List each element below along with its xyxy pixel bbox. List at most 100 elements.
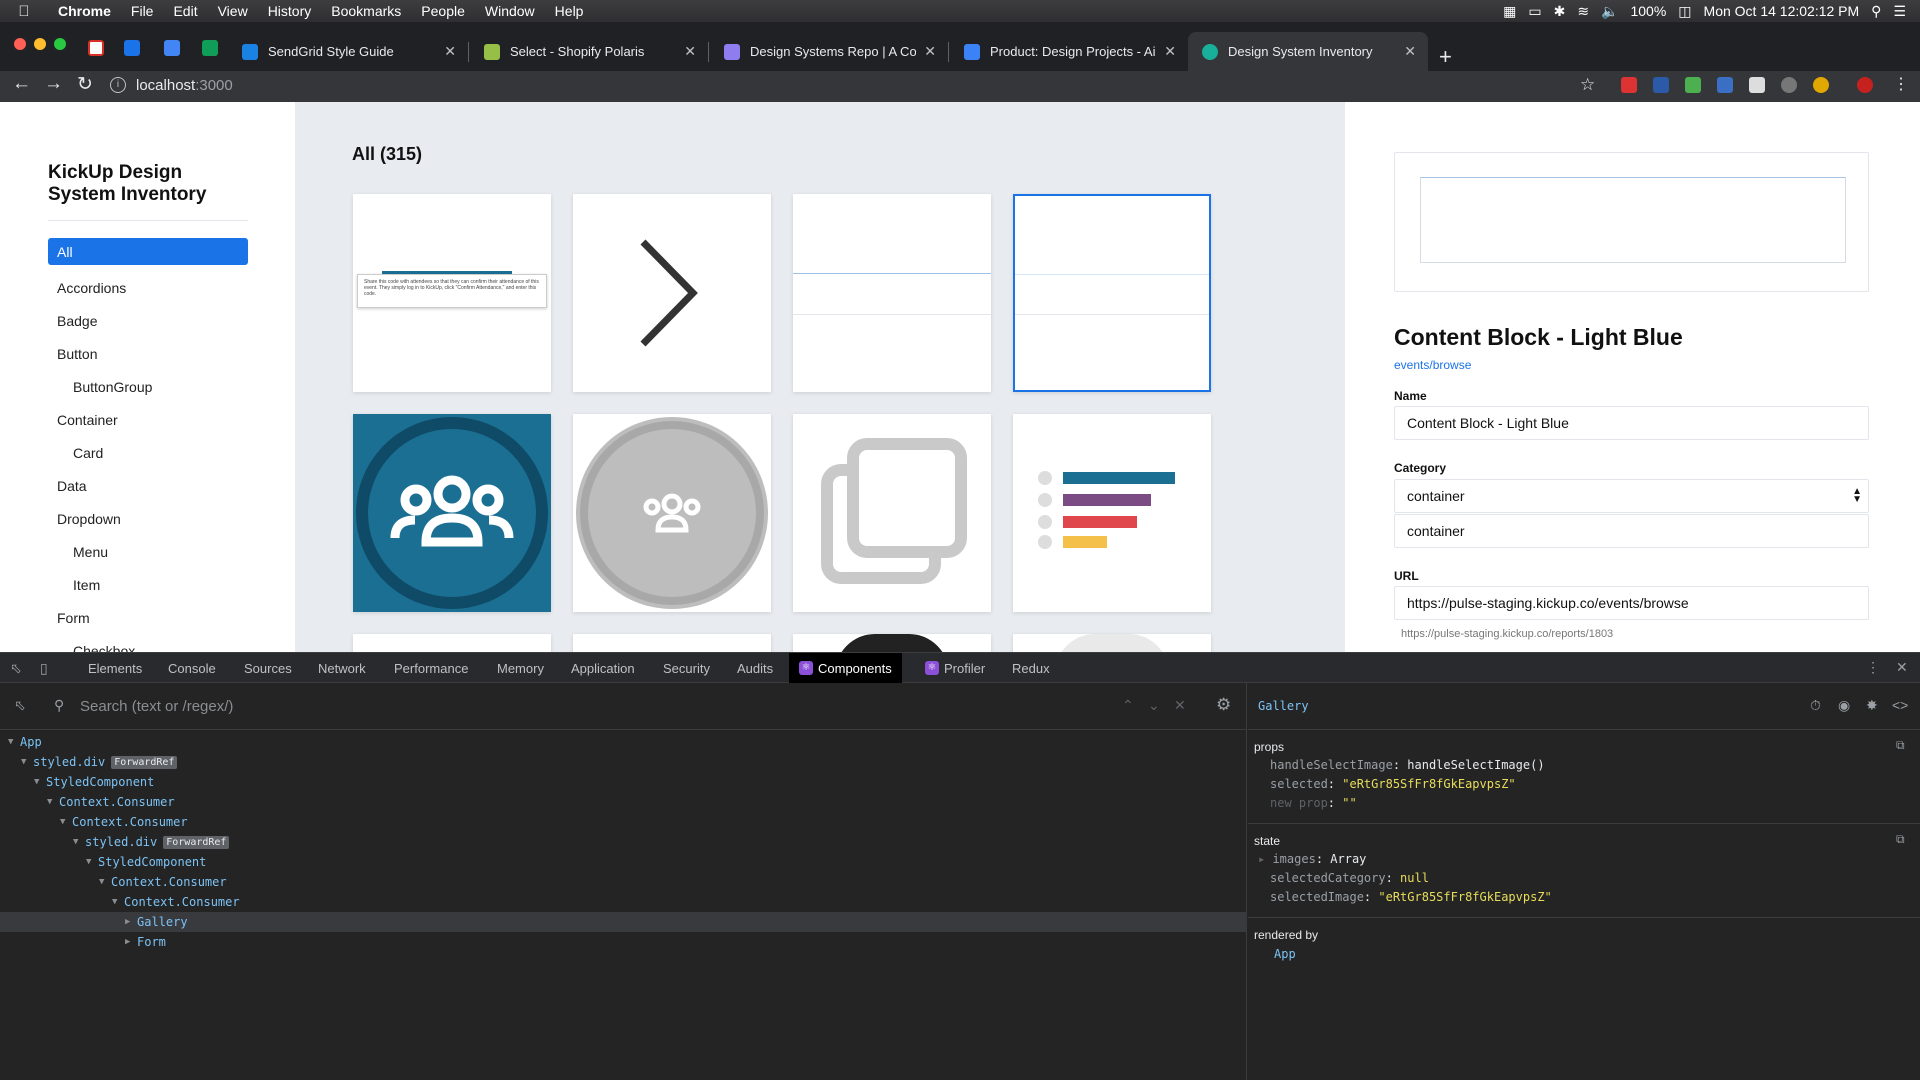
caret-down-icon[interactable]: ▼ [86, 857, 98, 867]
gallery-tile[interactable] [793, 414, 991, 612]
tree-node[interactable]: ▼ App [0, 732, 1247, 752]
tree-node[interactable]: ▶ Form [0, 932, 1247, 952]
nav-item-form[interactable]: Form [48, 601, 248, 634]
gallery-tile[interactable] [1013, 634, 1211, 652]
extension-icon[interactable] [1813, 77, 1829, 93]
nav-item-all[interactable]: All [48, 238, 248, 265]
nav-item-card[interactable]: Card [48, 436, 248, 469]
menu-help[interactable]: Help [545, 3, 594, 19]
tree-node[interactable]: ▼ Context.Consumer [0, 812, 1247, 832]
extension-icon[interactable] [1685, 77, 1701, 93]
tree-node-selected[interactable]: ▶ Gallery [0, 912, 1247, 932]
tab-sendgrid[interactable]: SendGrid Style Guide ✕ [228, 32, 468, 71]
nav-item-accordions[interactable]: Accordions [48, 271, 248, 304]
devtools-tab-application[interactable]: Application [561, 653, 645, 683]
bookmark-star-icon[interactable]: ☆ [1580, 75, 1595, 95]
state-value[interactable]: "eRtGr85SfFr8fGkEapvpsZ" [1378, 890, 1551, 904]
close-window-button[interactable] [14, 38, 26, 50]
gallery-tile[interactable] [1013, 414, 1211, 612]
address-bar[interactable]: i localhost:3000 [110, 71, 1585, 99]
tree-node[interactable]: ▼ Context.Consumer [0, 872, 1247, 892]
zoom-window-button[interactable] [54, 38, 66, 50]
gallery-tile[interactable] [573, 194, 771, 392]
devtools-tab-console[interactable]: Console [158, 653, 226, 683]
menu-window[interactable]: Window [475, 3, 545, 19]
new-prop-row[interactable]: new prop: "" [1270, 796, 1357, 810]
tab-airtable[interactable]: Product: Design Projects - Airt ✕ [950, 32, 1188, 71]
gallery-tile[interactable] [353, 634, 551, 652]
tree-node[interactable]: ▼ styled.div ForwardRef [0, 752, 1247, 772]
state-row[interactable]: ▸ images: Array [1258, 852, 1366, 866]
prop-row[interactable]: handleSelectImage: handleSelectImage() [1270, 758, 1545, 772]
tab-polaris[interactable]: Select - Shopify Polaris ✕ [470, 32, 708, 71]
tree-node[interactable]: ▼ StyledComponent [0, 772, 1247, 792]
new-prop-value[interactable]: "" [1342, 796, 1356, 810]
devtools-tab-audits[interactable]: Audits [727, 653, 783, 683]
name-input[interactable]: Content Block - Light Blue [1394, 406, 1869, 440]
gallery-tile[interactable] [573, 634, 771, 652]
url-input[interactable]: https://pulse-staging.kickup.co/events/b… [1394, 586, 1869, 620]
caret-down-icon[interactable]: ▼ [47, 797, 59, 807]
devtools-tab-redux[interactable]: Redux [1002, 653, 1060, 683]
wifi-icon[interactable]: ≋ [1577, 3, 1589, 20]
tree-node[interactable]: ▼ StyledComponent [0, 852, 1247, 872]
prop-row[interactable]: selected: "eRtGr85SfFr8fGkEapvpsZ" [1270, 777, 1516, 791]
component-search-input[interactable]: Search (text or /regex/) [80, 698, 233, 715]
menu-edit[interactable]: Edit [163, 3, 207, 19]
extension-icon[interactable] [1749, 77, 1765, 93]
menu-view[interactable]: View [208, 3, 258, 19]
nav-item-data[interactable]: Data [48, 469, 248, 502]
close-tab-icon[interactable]: ✕ [444, 43, 456, 60]
reload-icon[interactable]: ↻ [77, 73, 93, 96]
inspect-element-icon[interactable]: ⬁ [10, 660, 22, 677]
tree-node[interactable]: ▼ Context.Consumer [0, 792, 1247, 812]
gallery-tile[interactable] [793, 194, 991, 392]
minimize-window-button[interactable] [34, 38, 46, 50]
close-devtools-icon[interactable]: ✕ [1896, 659, 1908, 676]
apple-icon[interactable]:  [0, 3, 48, 20]
spotlight-icon[interactable]: ⚲ [1871, 3, 1881, 20]
menu-people[interactable]: People [411, 3, 475, 19]
notification-center-icon[interactable]: ☰ [1893, 3, 1906, 20]
caret-down-icon[interactable]: ▼ [21, 757, 33, 767]
component-path-link[interactable]: events/browse [1394, 358, 1471, 372]
view-source-icon[interactable]: <> [1892, 697, 1908, 713]
caret-down-icon[interactable]: ▼ [112, 897, 124, 907]
select-element-icon[interactable]: ⬁ [14, 697, 26, 714]
nav-item-menu[interactable]: Menu [48, 535, 248, 568]
back-icon[interactable]: ← [12, 73, 31, 95]
extension-icon[interactable] [1717, 77, 1733, 93]
gallery-tile[interactable] [353, 414, 551, 612]
extension-icon[interactable] [1781, 77, 1797, 93]
nav-item-badge[interactable]: Badge [48, 304, 248, 337]
devtools-tab-components[interactable]: ⚛ Components [789, 653, 902, 683]
chevron-up-icon[interactable]: ⌃ [1122, 697, 1134, 714]
chevron-down-icon[interactable]: ⌄ [1148, 697, 1160, 714]
info-icon[interactable]: i [110, 77, 126, 93]
eye-icon[interactable]: ◉ [1838, 697, 1850, 714]
nav-item-container[interactable]: Container [48, 403, 248, 436]
nav-item-dropdown[interactable]: Dropdown [48, 502, 248, 535]
prop-value[interactable]: "eRtGr85SfFr8fGkEapvpsZ" [1342, 777, 1515, 791]
devtools-tab-performance[interactable]: Performance [384, 653, 478, 683]
caret-down-icon[interactable]: ▼ [8, 737, 20, 747]
sheets-pinned-tab-icon[interactable] [202, 40, 218, 56]
caret-right-icon[interactable]: ▸ [1258, 852, 1272, 866]
calendar-pinned-tab-icon[interactable] [124, 40, 140, 56]
rendered-by-link[interactable]: App [1274, 947, 1296, 961]
tab-design-systems-repo[interactable]: Design Systems Repo | A Colle ✕ [710, 32, 948, 71]
caret-down-icon[interactable]: ▼ [99, 877, 111, 887]
menu-bookmarks[interactable]: Bookmarks [321, 3, 411, 19]
tree-node[interactable]: ▼ Context.Consumer [0, 892, 1247, 912]
battery-percent[interactable]: 100% [1630, 3, 1666, 19]
caret-right-icon[interactable]: ▶ [125, 917, 137, 927]
tab-design-system-inventory[interactable]: Design System Inventory ✕ [1188, 32, 1428, 71]
gallery-tile[interactable] [793, 634, 991, 652]
gallery-tile[interactable] [573, 414, 771, 612]
copy-icon[interactable]: ⧉ [1896, 832, 1905, 847]
settings-gear-icon[interactable]: ⚙ [1216, 695, 1231, 715]
devtools-tab-network[interactable]: Network [308, 653, 376, 683]
nav-item-item[interactable]: Item [48, 568, 248, 601]
menu-file[interactable]: File [121, 3, 164, 19]
close-tab-icon[interactable]: ✕ [684, 43, 696, 60]
